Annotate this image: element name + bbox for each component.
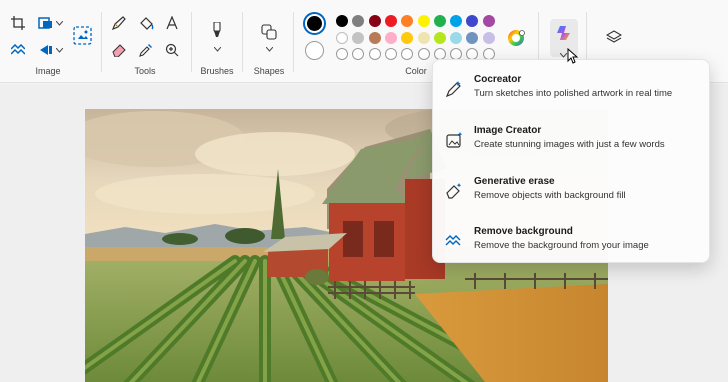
color-swatch[interactable] [433, 15, 446, 27]
custom-color-slot[interactable] [368, 48, 381, 60]
color-swatch[interactable] [450, 32, 463, 44]
chevron-down-icon[interactable] [55, 46, 63, 54]
primary-color-fill [307, 16, 322, 31]
divider [191, 12, 192, 72]
color-swatch[interactable] [368, 32, 381, 44]
color-swatch[interactable] [384, 32, 397, 44]
menu-item-description: Remove objects with background fill [474, 190, 626, 201]
divider [101, 12, 102, 72]
color-swatch[interactable] [417, 15, 430, 27]
menu-item-remove-background[interactable]: Remove background Remove the background … [433, 218, 711, 266]
color-swatch[interactable] [450, 15, 463, 27]
copilot-icon [556, 25, 572, 41]
custom-color-slot[interactable] [401, 48, 414, 60]
menu-item-description: Create stunning images with just a few w… [474, 139, 665, 150]
remove-background-icon [445, 232, 463, 250]
menu-item-description: Remove the background from your image [474, 240, 649, 251]
custom-color-slot[interactable] [384, 48, 397, 60]
color-swatch[interactable] [336, 15, 348, 27]
copilot-dropdown-menu: Cocreator Turn sketches into polished ar… [432, 59, 710, 263]
primary-color-swatch[interactable] [303, 12, 326, 35]
secondary-color-swatch[interactable] [305, 41, 324, 60]
group-label-tools: Tools [134, 66, 156, 76]
chevron-down-icon[interactable] [265, 45, 273, 53]
mouse-cursor-icon [567, 47, 579, 64]
menu-item-generative-erase[interactable]: Generative erase Remove objects with bac… [433, 168, 711, 216]
group-label-brushes: Brushes [200, 66, 234, 76]
eraser-icon[interactable] [109, 40, 129, 60]
color-swatch[interactable] [401, 15, 414, 27]
custom-color-slot[interactable] [352, 48, 365, 60]
color-swatch[interactable] [466, 32, 479, 44]
edit-colors-icon[interactable] [506, 28, 526, 48]
menu-item-image-creator[interactable]: Image Creator Create stunning images wit… [433, 117, 711, 165]
select-icon[interactable] [8, 40, 28, 60]
brush-icon[interactable] [207, 21, 227, 41]
chevron-down-icon[interactable] [55, 19, 63, 27]
color-swatch[interactable] [352, 15, 365, 27]
custom-color-slot[interactable] [336, 48, 348, 60]
color-swatch[interactable] [384, 15, 397, 27]
color-swatch[interactable] [417, 32, 430, 44]
menu-item-description: Turn sketches into polished artwork in r… [474, 88, 673, 99]
custom-color-slot[interactable] [417, 48, 430, 60]
menu-item-title: Cocreator [474, 74, 522, 85]
color-swatch[interactable] [401, 32, 414, 44]
fill-icon[interactable] [136, 13, 156, 33]
color-swatch[interactable] [352, 32, 365, 44]
group-label-color: Color [405, 66, 427, 76]
shapes-icon[interactable] [259, 22, 279, 42]
crop-icon[interactable] [8, 13, 28, 33]
divider [293, 12, 294, 72]
color-swatch[interactable] [482, 15, 495, 27]
layers-icon[interactable] [604, 27, 624, 47]
rotate-icon[interactable] [36, 40, 56, 60]
menu-item-cocreator[interactable]: Cocreator Turn sketches into polished ar… [433, 66, 711, 114]
resize-icon[interactable] [36, 13, 56, 33]
text-icon[interactable] [162, 13, 182, 33]
menu-item-title: Generative erase [474, 176, 555, 187]
magnifier-icon[interactable] [162, 40, 182, 60]
image-select-icon[interactable] [73, 26, 92, 45]
image-creator-icon [445, 131, 463, 149]
color-picker-icon[interactable] [136, 40, 156, 60]
chevron-down-icon[interactable] [213, 45, 221, 53]
color-swatch[interactable] [482, 32, 495, 44]
cocreator-icon [445, 80, 463, 98]
divider [242, 12, 243, 72]
menu-item-title: Remove background [474, 226, 573, 237]
group-label-image: Image [35, 66, 61, 76]
color-swatch[interactable] [336, 32, 348, 44]
color-swatch[interactable] [368, 15, 381, 27]
color-swatch[interactable] [466, 15, 479, 27]
menu-item-title: Image Creator [474, 125, 542, 136]
group-label-shapes: Shapes [253, 66, 285, 76]
pencil-icon[interactable] [109, 13, 129, 33]
color-swatch[interactable] [433, 32, 446, 44]
generative-erase-icon [445, 182, 463, 200]
